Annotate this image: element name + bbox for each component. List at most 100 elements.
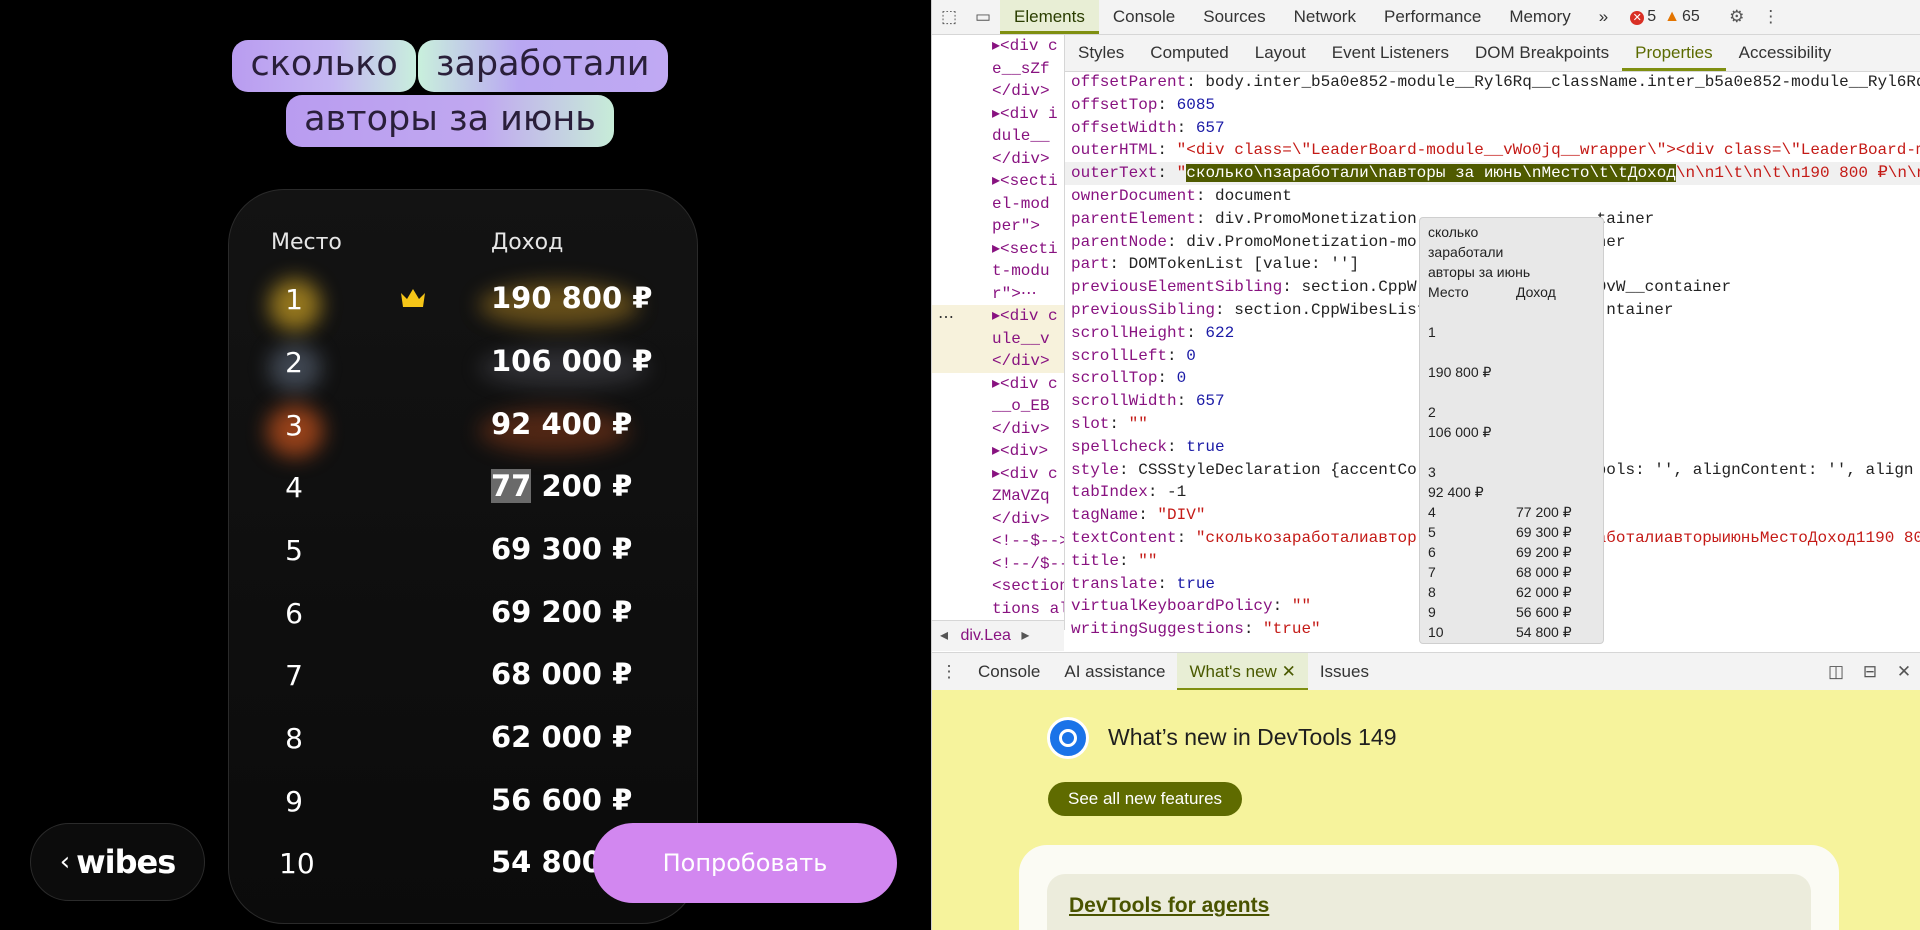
- dom-node[interactable]: <!--$-->: [932, 530, 1064, 553]
- dom-node[interactable]: ule__v: [932, 327, 1064, 350]
- drawer-toolbar: ⋮ Console AI assistance What's new ✕ Iss…: [932, 652, 1920, 692]
- chevron-left-icon: ‹: [59, 847, 71, 877]
- settings-gear-icon[interactable]: ⚙: [1720, 7, 1754, 27]
- place-number: 10: [279, 847, 315, 880]
- tooltip-line: 106 000 ₽: [1428, 424, 1492, 440]
- dom-node[interactable]: ▸<div c: [932, 463, 1064, 486]
- income-amount: 68 000 ₽: [491, 657, 633, 691]
- property-value: true: [1176, 574, 1216, 593]
- subtab-event-listeners[interactable]: Event Listeners: [1319, 35, 1462, 71]
- error-count[interactable]: ✕ 5: [1630, 8, 1656, 26]
- node-actions-icon[interactable]: ⋯: [938, 307, 954, 330]
- close-icon[interactable]: ✕: [1282, 662, 1296, 681]
- dom-node[interactable]: dule__: [932, 125, 1064, 148]
- dom-node[interactable]: </div>: [932, 80, 1064, 103]
- dom-node[interactable]: t-modu: [932, 260, 1064, 283]
- tab-network[interactable]: Network: [1280, 0, 1370, 34]
- dom-node[interactable]: <!--/$--: [932, 553, 1064, 576]
- dom-node[interactable]: </div>: [932, 508, 1064, 531]
- property-value: div.PromoMonetization-mo: [1186, 232, 1417, 251]
- property-row[interactable]: offsetTop: 6085: [1065, 94, 1920, 117]
- property-key: tagName: [1071, 506, 1139, 525]
- tab-sources[interactable]: Sources: [1189, 0, 1279, 34]
- property-row[interactable]: offsetParent: body.inter_b5a0e852-module…: [1065, 71, 1920, 94]
- property-value: 6085: [1176, 95, 1216, 114]
- place-number: 5: [285, 534, 303, 567]
- tab-console[interactable]: Console: [1099, 0, 1189, 34]
- dom-node[interactable]: ▸<secti: [932, 238, 1064, 261]
- dom-node[interactable]: tions al: [932, 598, 1064, 621]
- devtools-for-agents-link[interactable]: DevTools for agents: [1069, 894, 1269, 918]
- dom-node[interactable]: e__sZf: [932, 58, 1064, 81]
- tooltip-line: 5 69 300 ₽: [1428, 524, 1572, 540]
- income-amount: 54 800: [491, 845, 602, 879]
- property-key: scrollWidth: [1071, 392, 1177, 411]
- dom-node[interactable]: __o_EB: [932, 395, 1064, 418]
- property-row[interactable]: outerHTML: "<div class=\"LeaderBoard-mod…: [1065, 139, 1920, 162]
- property-row[interactable]: ownerDocument: document: [1065, 185, 1920, 208]
- drawer-tab-issues[interactable]: Issues: [1308, 653, 1381, 691]
- see-all-features-button[interactable]: See all new features: [1048, 782, 1243, 816]
- chevron-left-icon[interactable]: ◂: [932, 627, 956, 644]
- dock-side-icon[interactable]: ◫: [1819, 662, 1853, 682]
- drawer-tab-console[interactable]: Console: [966, 653, 1052, 691]
- more-tabs-icon[interactable]: »: [1585, 0, 1622, 34]
- more-options-icon[interactable]: ⋮: [1754, 7, 1788, 27]
- warning-count[interactable]: ▲ 65: [1664, 8, 1700, 26]
- close-drawer-icon[interactable]: ✕: [1887, 662, 1920, 682]
- property-value: DOMTokenList [value: '']: [1128, 255, 1360, 274]
- device-toolbar-icon[interactable]: ▭: [966, 7, 1000, 27]
- property-value: 657: [1195, 392, 1225, 411]
- subtab-styles[interactable]: Styles: [1065, 35, 1137, 71]
- dom-node[interactable]: </div>: [932, 350, 1064, 373]
- try-button[interactable]: Попробовать: [593, 823, 897, 903]
- dom-tree[interactable]: ▸<div c e__sZf </div> ▸<div i dule__ </div> ▸<…: [932, 35, 1065, 630]
- tab-memory[interactable]: Memory: [1495, 0, 1584, 34]
- property-key: scrollHeight: [1071, 323, 1187, 342]
- subtab-properties[interactable]: Properties: [1622, 35, 1726, 71]
- tooltip-line: заработали: [1428, 244, 1504, 260]
- property-value: -1: [1167, 483, 1187, 502]
- tab-performance[interactable]: Performance: [1370, 0, 1495, 34]
- property-value: section.CppWibesList: [1234, 300, 1427, 319]
- subtab-dom-breakpoints[interactable]: DOM Breakpoints: [1462, 35, 1622, 71]
- tab-elements[interactable]: Elements: [1000, 0, 1099, 34]
- back-button[interactable]: ‹ wibes: [30, 823, 205, 901]
- property-key: writingSuggestions: [1071, 620, 1244, 639]
- subtab-layout[interactable]: Layout: [1242, 35, 1319, 71]
- property-row[interactable]: offsetWidth: 657: [1065, 117, 1920, 140]
- dom-node[interactable]: ZMaVZq: [932, 485, 1064, 508]
- dock-bottom-icon[interactable]: ⊟: [1853, 662, 1887, 682]
- dom-node[interactable]: </div>: [932, 418, 1064, 441]
- whats-new-panel: What’s new in DevTools 149 See all new f…: [932, 690, 1920, 930]
- dom-node[interactable]: ▸<secti: [932, 170, 1064, 193]
- property-key: outerText: [1071, 164, 1158, 183]
- leaderboard-heading: сколько заработали авторы за июнь: [0, 40, 900, 150]
- dom-node[interactable]: <section: [932, 575, 1064, 598]
- inspect-element-icon[interactable]: ⬚: [932, 7, 966, 27]
- property-row[interactable]: outerText: "сколько\nзаработали\nавторы …: [1065, 162, 1920, 185]
- tooltip-line: [1428, 442, 1595, 462]
- subtab-accessibility[interactable]: Accessibility: [1726, 35, 1845, 71]
- dom-node[interactable]: ▸<div c: [932, 35, 1064, 58]
- subtab-computed[interactable]: Computed: [1137, 35, 1241, 71]
- place-number: 6: [285, 597, 303, 630]
- dom-node[interactable]: el-mod: [932, 193, 1064, 216]
- breadcrumb-item[interactable]: div.Lea: [960, 627, 1010, 644]
- drawer-tab-whats-new[interactable]: What's new ✕: [1177, 653, 1308, 691]
- dom-node[interactable]: per">: [932, 215, 1064, 238]
- breadcrumb: ◂ div.Lea ▸: [932, 620, 1064, 651]
- property-value: body.inter_b5a0e852-module__Ryl6Rq__clas…: [1205, 73, 1920, 91]
- dom-node[interactable]: r">⋯: [932, 283, 1064, 306]
- property-key: tabIndex: [1071, 483, 1148, 502]
- dom-node[interactable]: ▸<div c: [932, 373, 1064, 396]
- chevron-right-icon[interactable]: ▸: [1015, 627, 1035, 644]
- leaderboard-row: 7 68 000 ₽: [229, 649, 699, 711]
- dom-node[interactable]: ▸<div>: [932, 440, 1064, 463]
- drawer-menu-icon[interactable]: ⋮: [932, 662, 966, 682]
- place-number: 7: [285, 659, 303, 692]
- dom-node[interactable]: ▸<div i: [932, 103, 1064, 126]
- dom-node[interactable]: </div>: [932, 148, 1064, 171]
- drawer-tab-ai-assistance[interactable]: AI assistance: [1052, 653, 1177, 691]
- property-value: 0: [1186, 346, 1196, 365]
